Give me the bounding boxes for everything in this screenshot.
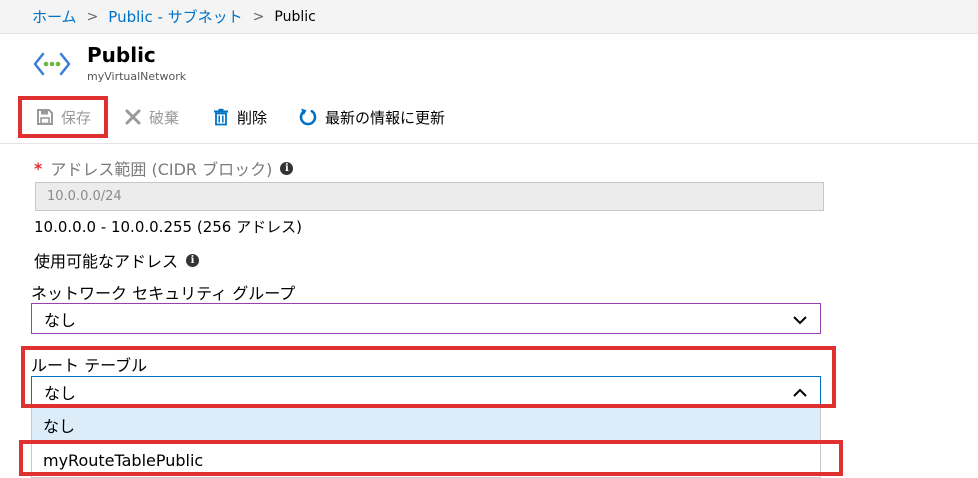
discard-label: 破棄 bbox=[149, 108, 180, 127]
breadcrumb-separator: > bbox=[86, 8, 99, 25]
address-range-input[interactable]: 10.0.0.0/24 bbox=[35, 182, 824, 211]
refresh-button[interactable]: 最新の情報に更新 bbox=[298, 96, 445, 138]
save-button[interactable]: 保存 bbox=[18, 96, 108, 138]
address-range-label-text: アドレス範囲 (CIDR ブロック) bbox=[50, 160, 273, 179]
address-range-summary: 10.0.0.0 - 10.0.0.255 (256 アドレス) bbox=[34, 218, 302, 236]
nsg-dropdown[interactable]: なし bbox=[31, 303, 821, 334]
route-table-selected-value: なし bbox=[44, 383, 77, 403]
page-subtitle: myVirtualNetwork bbox=[87, 70, 187, 83]
nsg-selected-value: なし bbox=[44, 310, 77, 330]
breadcrumb-current: Public bbox=[274, 8, 316, 25]
info-icon[interactable]: i bbox=[186, 253, 200, 267]
breadcrumb: ホーム > Public - サブネット > Public bbox=[0, 0, 978, 34]
save-label: 保存 bbox=[61, 108, 92, 127]
close-icon bbox=[124, 108, 142, 126]
breadcrumb-separator: > bbox=[252, 8, 265, 25]
breadcrumb-subnets-link[interactable]: Public - サブネット bbox=[108, 6, 242, 27]
chevron-up-icon bbox=[792, 385, 808, 399]
save-icon bbox=[36, 108, 54, 126]
trash-icon bbox=[212, 108, 230, 126]
delete-button[interactable]: 削除 bbox=[212, 96, 267, 138]
address-range-label: * アドレス範囲 (CIDR ブロック) i bbox=[34, 156, 294, 180]
refresh-icon bbox=[298, 107, 318, 127]
virtual-network-icon bbox=[33, 51, 71, 77]
route-table-options-list: なし myRouteTablePublic bbox=[31, 408, 821, 478]
route-table-label: ルート テーブル bbox=[31, 356, 148, 375]
breadcrumb-home-link[interactable]: ホーム bbox=[32, 6, 77, 27]
command-bar: 保存 破棄 削除 最新の情報に更新 bbox=[0, 92, 978, 144]
info-icon[interactable]: i bbox=[280, 161, 294, 175]
page-title: Public bbox=[87, 43, 156, 67]
discard-button[interactable]: 破棄 bbox=[124, 96, 179, 138]
delete-label: 削除 bbox=[237, 108, 268, 127]
route-table-option-myroutetablepublic[interactable]: myRouteTablePublic bbox=[32, 443, 820, 477]
available-addresses-label: 使用可能なアドレス i bbox=[34, 248, 200, 272]
blade-header: Public myVirtualNetwork bbox=[0, 34, 978, 88]
available-addresses-label-text: 使用可能なアドレス bbox=[34, 252, 179, 271]
refresh-label: 最新の情報に更新 bbox=[325, 108, 446, 127]
chevron-down-icon bbox=[792, 312, 808, 326]
subnet-form: * アドレス範囲 (CIDR ブロック) i 10.0.0.0/24 10.0.… bbox=[0, 144, 978, 478]
route-table-option-none[interactable]: なし bbox=[32, 408, 820, 442]
route-table-dropdown[interactable]: なし bbox=[31, 376, 821, 407]
nsg-label: ネットワーク セキュリティ グループ bbox=[31, 284, 296, 303]
required-asterisk: * bbox=[34, 158, 43, 178]
